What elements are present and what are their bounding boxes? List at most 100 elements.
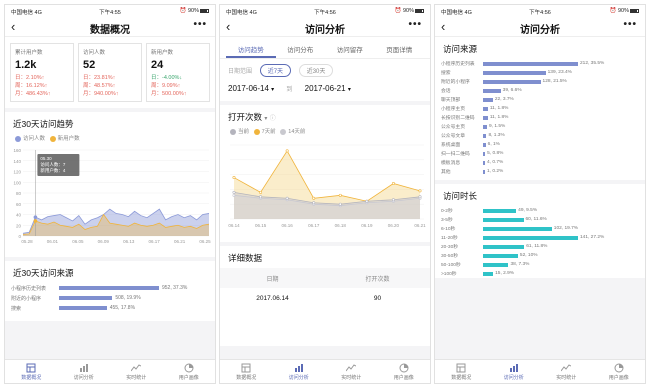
item-label: 小程序历史列表 xyxy=(11,285,47,292)
analysis-tab-icon xyxy=(79,364,88,372)
list-item[interactable]: 其他 1, 0.2% xyxy=(435,167,645,176)
tab-overview[interactable]: 数据概况 xyxy=(435,360,488,383)
list-item[interactable]: 20-30秒 61, 11.8% xyxy=(435,242,645,251)
subtab-visit-distribution[interactable]: 访问分布 xyxy=(276,41,326,58)
item-label: 30-50秒 xyxy=(441,254,459,259)
list-item[interactable]: 公众号文章 8, 1.3% xyxy=(435,131,645,140)
legend-label-current: 当前 xyxy=(238,129,250,135)
stat-change: 日：-4.00%↓ xyxy=(151,75,183,81)
tab-user-profile[interactable]: 用户画像 xyxy=(378,360,431,383)
list-item[interactable]: 小程序历史列表 212, 35.5% xyxy=(435,59,645,68)
phone-screen-overview: 中国电信 4G 下午4:55 ⏰ 90% ‹ 数据概况 ••• 累计用户数 1.2… xyxy=(4,4,216,384)
list-item[interactable]: >100秒 15, 2.9% xyxy=(435,269,645,278)
list-item[interactable]: 6-10秒 102, 19.7% xyxy=(435,224,645,233)
item-bar xyxy=(483,262,509,267)
more-icon[interactable]: ••• xyxy=(193,19,207,30)
item-value: 60, 11.6% xyxy=(525,217,547,222)
overview-tab-icon xyxy=(241,363,251,373)
info-icon[interactable]: ⓘ xyxy=(270,116,276,122)
x-tick-label: 06.15 xyxy=(255,223,267,228)
list-item[interactable]: 11-20秒 141, 27.2% xyxy=(435,233,645,242)
list-item[interactable]: 聊天顶部 22, 3.7% xyxy=(435,95,645,104)
date-from-picker[interactable]: 2017-06-14 ▾ xyxy=(228,84,274,93)
battery-label: 90% xyxy=(617,8,629,14)
item-value: 52, 10% xyxy=(519,253,538,258)
list-item[interactable]: 扫一扫二维码 5, 0.8% xyxy=(435,149,645,158)
list-item[interactable]: 附近的小程序 508, 19.9% xyxy=(5,293,215,303)
legend-dot-7-days xyxy=(253,128,260,135)
metric-title-label: 打开次数 xyxy=(228,112,263,122)
list-item[interactable]: 会话 39, 6.6% xyxy=(435,86,645,95)
tab-user-profile[interactable]: 用户画像 xyxy=(163,360,216,383)
x-tick-label: 05.28 xyxy=(21,239,33,244)
date-to-picker[interactable]: 2017-06-21 ▾ xyxy=(305,84,351,93)
subtab-visit-trend[interactable]: 访问趋势 xyxy=(226,41,276,58)
legend-label-7-days: 7天前 xyxy=(261,129,276,135)
item-label: 11-20秒 xyxy=(441,236,458,241)
list-item[interactable]: 小程序历史列表 952, 37.3% xyxy=(5,283,215,293)
opens-chart[interactable]: 06.14 06.15 06.16 06.17 06.18 06.19 06.20 06.21 xyxy=(220,137,430,237)
subtab-retention[interactable]: 访问留存 xyxy=(325,41,375,58)
tab-user-profile[interactable]: 用户画像 xyxy=(593,360,646,383)
list-item[interactable]: 公众号主页 9, 1.5% xyxy=(435,122,645,131)
data-point xyxy=(391,181,395,185)
range-7-days-button[interactable]: 近7天 xyxy=(259,64,292,77)
list-item[interactable]: 搜索 455, 17.8% xyxy=(5,303,215,313)
list-item[interactable]: 长按识别二维码 11, 1.8% xyxy=(435,113,645,122)
date-range-row: 日期范围 近7天 近30天 xyxy=(220,59,430,82)
tab-analysis-label: 访问分析 xyxy=(73,375,94,381)
metric-title[interactable]: 打开次数 ▾ ⓘ xyxy=(220,105,430,127)
col-header-opens: 打开次数 xyxy=(365,276,390,283)
status-bar: 中国电信 4G 下午4:56 ⏰ 90% xyxy=(435,5,645,17)
data-point xyxy=(338,202,342,206)
list-item[interactable]: 模板消息 4, 0.7% xyxy=(435,158,645,167)
x-tick-label: 06.17 xyxy=(149,239,161,244)
tab-realtime[interactable]: 实时统计 xyxy=(540,360,593,383)
stat-card[interactable]: 累计用户数 1.2k 日：2.10%↑ 周：16.12%↑ 月：486.43%↑ xyxy=(10,43,74,102)
y-tick-label: 140 xyxy=(13,159,21,164)
more-icon[interactable]: ••• xyxy=(623,19,637,30)
tab-overview[interactable]: 数据概况 xyxy=(5,360,58,383)
profile-tab-icon xyxy=(614,363,624,373)
page-title: 访问分析 xyxy=(520,25,560,36)
item-bar xyxy=(483,271,494,276)
stat-card[interactable]: 新用户数 24 日：-4.00%↓ 周：9.09%↑ 月：500.00%↑ xyxy=(146,43,210,102)
item-value: 139, 23.4% xyxy=(547,70,572,75)
range-30-days-button[interactable]: 近30天 xyxy=(298,64,334,77)
list-item[interactable]: 0-2秒 49, 9.5% xyxy=(435,206,645,215)
nav-bar: ‹ 访问分析 ••• xyxy=(220,17,430,37)
tab-analysis[interactable]: 访问分析 xyxy=(58,360,111,383)
source-section: 访问来源 小程序历史列表 212, 35.5% 搜索 139, 23.4% 附近的小程序… xyxy=(435,37,645,180)
alarm-icon: ⏰ xyxy=(609,8,617,14)
realtime-tab-icon xyxy=(346,364,357,372)
tab-analysis[interactable]: 访问分析 xyxy=(488,360,541,383)
item-bar xyxy=(483,115,488,120)
list-item[interactable]: 30-50秒 52, 10% xyxy=(435,251,645,260)
list-item[interactable]: 系统桌面 6, 1% xyxy=(435,140,645,149)
analysis-tab-icon xyxy=(294,364,303,372)
subtab-page-detail[interactable]: 页面详情 xyxy=(375,41,425,58)
item-bar xyxy=(483,88,501,93)
item-value: 9, 1.5% xyxy=(489,124,506,129)
item-label: 扫一扫二维码 xyxy=(441,152,470,157)
stat-card[interactable]: 访问人数 52 日：23.81%↑ 周：48.57%↑ 月：940.00%↑ xyxy=(78,43,142,102)
item-label: 0-2秒 xyxy=(441,209,453,214)
item-label: 其他 xyxy=(441,170,451,175)
tab-realtime[interactable]: 实时统计 xyxy=(110,360,163,383)
list-item[interactable]: 3-5秒 60, 11.6% xyxy=(435,215,645,224)
trend-chart[interactable]: 02040608010012014016005.28 06.01 06.05 06.0… xyxy=(5,144,215,252)
legend-label-14-days: 14天前 xyxy=(288,129,306,135)
tab-analysis[interactable]: 访问分析 xyxy=(273,360,326,383)
duration-section: 访问时长 0-2秒 49, 9.5% 3-5秒 60, 11.6% 6-10秒 102, … xyxy=(435,184,645,278)
detail-section: 详细数据 日期 打开次数 2017.06.14 90 xyxy=(220,246,430,346)
tooltip-point-visitors xyxy=(33,215,38,219)
list-item[interactable]: 附近的小程序 128, 21.5% xyxy=(435,77,645,86)
tab-overview[interactable]: 数据概况 xyxy=(220,360,273,383)
detail-table: 日期 打开次数 2017.06.14 90 xyxy=(220,268,430,308)
list-item[interactable]: 搜索 139, 23.4% xyxy=(435,68,645,77)
x-tick-label: 06.01 xyxy=(47,239,59,244)
list-item[interactable]: 小程序主页 11, 1.8% xyxy=(435,104,645,113)
more-icon[interactable]: ••• xyxy=(408,19,422,30)
list-item[interactable]: 50-100秒 38, 7.3% xyxy=(435,260,645,269)
tab-realtime[interactable]: 实时统计 xyxy=(325,360,378,383)
